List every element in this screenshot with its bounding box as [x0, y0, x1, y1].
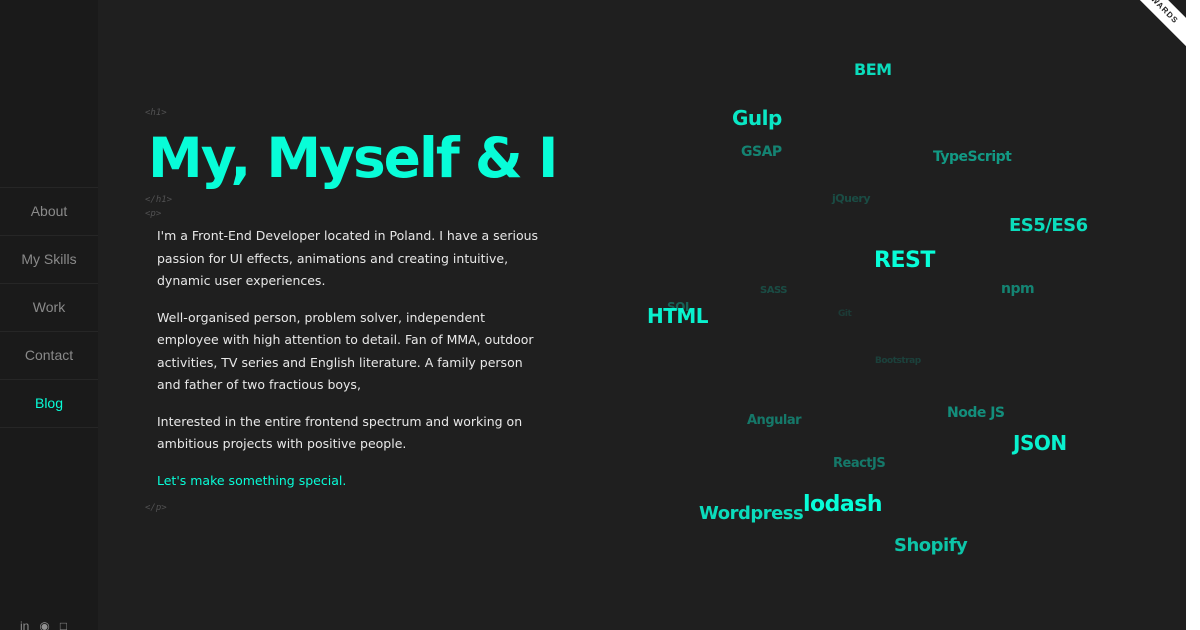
skill-word[interactable]: npm: [1001, 281, 1035, 297]
skill-word[interactable]: BEM: [854, 60, 892, 79]
nav-item-my-skills[interactable]: My Skills: [0, 235, 98, 283]
skill-word[interactable]: Bootstrap: [875, 356, 921, 366]
skill-word[interactable]: lodash: [803, 492, 883, 517]
nav-item-contact[interactable]: Contact: [0, 331, 98, 379]
skill-word[interactable]: Shopify: [894, 535, 968, 556]
p-open-tag: <p>: [145, 209, 162, 219]
linkedin-icon[interactable]: in: [20, 620, 29, 630]
skill-word[interactable]: REST: [874, 248, 935, 273]
nav-menu: About My Skills Work Contact Blog: [0, 187, 98, 428]
skill-word[interactable]: Angular: [747, 413, 802, 428]
social-links: in ◉ □: [20, 620, 67, 630]
page: About My Skills Work Contact Blog in ◉ □…: [0, 0, 1186, 630]
skill-word[interactable]: Gulp: [732, 106, 782, 130]
skill-word[interactable]: Wordpress: [699, 503, 804, 524]
skill-word[interactable]: Node JS: [947, 405, 1005, 421]
intro-paragraph: Well-organised person, problem solver, i…: [157, 309, 534, 393]
skill-word[interactable]: Git: [838, 309, 852, 319]
skill-word[interactable]: jQuery: [832, 192, 871, 205]
intro-paragraph: I'm a Front-End Developer located in Pol…: [157, 228, 539, 288]
skill-word[interactable]: GSAP: [741, 144, 782, 160]
skill-word[interactable]: TypeScript: [933, 149, 1012, 165]
skill-word[interactable]: ES5/ES6: [1009, 215, 1088, 236]
github-icon[interactable]: ◉: [39, 620, 49, 630]
intro-text: I'm a Front-End Developer located in Pol…: [157, 225, 547, 506]
nav-item-blog[interactable]: Blog: [0, 379, 98, 428]
skill-word[interactable]: SASS: [760, 285, 787, 296]
skill-word[interactable]: HTML: [647, 304, 709, 328]
skill-word[interactable]: JSON: [1013, 431, 1067, 455]
skype-icon[interactable]: □: [60, 620, 67, 630]
nav-item-about[interactable]: About: [0, 187, 98, 235]
intro-paragraph: Interested in the entire frontend spectr…: [157, 413, 523, 452]
cta-link[interactable]: Let's make something special.: [157, 470, 547, 493]
skills-word-cloud: BEM Gulp GSAP TypeScript jQuery ES5/ES6 …: [600, 40, 1120, 600]
skill-word[interactable]: ReactJS: [833, 456, 886, 471]
sidebar: About My Skills Work Contact Blog in ◉ □: [0, 0, 98, 630]
page-title: My, Myself & I: [148, 126, 558, 190]
nav-item-work[interactable]: Work: [0, 283, 98, 331]
scrollbar-track[interactable]: [1186, 0, 1200, 630]
h1-open-tag: <h1>: [145, 108, 167, 118]
